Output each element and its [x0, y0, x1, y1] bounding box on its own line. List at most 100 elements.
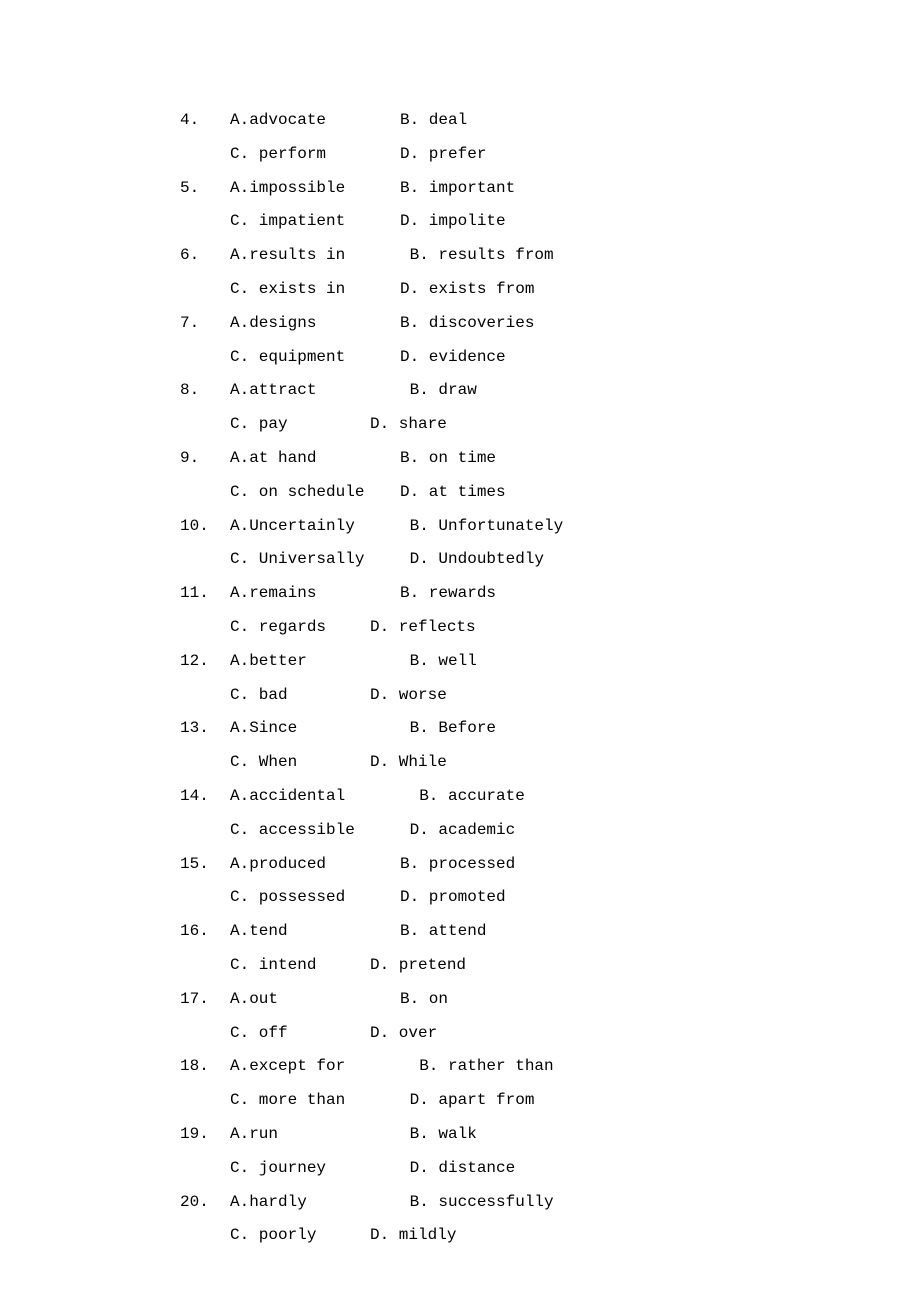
indent-spacer: [180, 414, 230, 435]
option-d: D. apart from: [400, 1090, 820, 1111]
indent-spacer: [180, 1158, 230, 1179]
option-b: B. Unfortunately: [400, 516, 820, 537]
option-a: A.Since: [230, 718, 400, 739]
question-row-ab: 12.A.better B. well: [180, 651, 820, 672]
option-c: C. bad: [230, 685, 370, 706]
indent-spacer: [180, 279, 230, 300]
option-c: C. off: [230, 1023, 370, 1044]
option-d: D. over: [370, 1023, 820, 1044]
option-d: D. share: [370, 414, 820, 435]
question-row-cd: C. performD. prefer: [180, 144, 820, 165]
option-d: D. distance: [400, 1158, 820, 1179]
indent-spacer: [180, 1090, 230, 1111]
indent-spacer: [180, 144, 230, 165]
option-c: C. regards: [230, 617, 370, 638]
question-number: 4.: [180, 110, 230, 131]
option-a: A.tend: [230, 921, 400, 942]
question-row-ab: 7.A.designsB. discoveries: [180, 313, 820, 334]
option-b: B. discoveries: [400, 313, 820, 334]
question-number: 12.: [180, 651, 230, 672]
question-row-cd: C. WhenD. While: [180, 752, 820, 773]
question-row-cd: C. regardsD. reflects: [180, 617, 820, 638]
option-c: C. intend: [230, 955, 370, 976]
option-d: D. exists from: [400, 279, 820, 300]
question-number: 8.: [180, 380, 230, 401]
indent-spacer: [180, 820, 230, 841]
option-b: B. deal: [400, 110, 820, 131]
option-d: D. impolite: [400, 211, 820, 232]
question-row-ab: 20.A.hardly B. successfully: [180, 1192, 820, 1213]
option-b: B. processed: [400, 854, 820, 875]
question-row-cd: C. offD. over: [180, 1023, 820, 1044]
question-row-ab: 13.A.Since B. Before: [180, 718, 820, 739]
option-d: D. Undoubtedly: [400, 549, 820, 570]
question-row-ab: 14.A.accidental B. accurate: [180, 786, 820, 807]
question-number: 20.: [180, 1192, 230, 1213]
option-c: C. impatient: [230, 211, 400, 232]
option-c: C. pay: [230, 414, 370, 435]
option-a: A.hardly: [230, 1192, 400, 1213]
option-c: C. more than: [230, 1090, 400, 1111]
option-c: C. equipment: [230, 347, 400, 368]
option-b: B. rewards: [400, 583, 820, 604]
indent-spacer: [180, 955, 230, 976]
option-c: C. perform: [230, 144, 400, 165]
option-a: A.except for: [230, 1056, 400, 1077]
option-b: B. walk: [400, 1124, 820, 1145]
option-c: C. exists in: [230, 279, 400, 300]
option-b: B. on time: [400, 448, 820, 469]
option-c: C. accessible: [230, 820, 400, 841]
option-d: D. evidence: [400, 347, 820, 368]
question-number: 15.: [180, 854, 230, 875]
indent-spacer: [180, 887, 230, 908]
option-b: B. well: [400, 651, 820, 672]
option-d: D. mildly: [370, 1225, 820, 1246]
option-a: A.Uncertainly: [230, 516, 400, 537]
question-row-cd: C. exists inD. exists from: [180, 279, 820, 300]
question-row-ab: 6.A.results in B. results from: [180, 245, 820, 266]
question-number: 9.: [180, 448, 230, 469]
indent-spacer: [180, 1225, 230, 1246]
question-number: 16.: [180, 921, 230, 942]
indent-spacer: [180, 752, 230, 773]
question-number: 13.: [180, 718, 230, 739]
question-row-cd: C. journey D. distance: [180, 1158, 820, 1179]
indent-spacer: [180, 617, 230, 638]
indent-spacer: [180, 549, 230, 570]
indent-spacer: [180, 1023, 230, 1044]
option-a: A.results in: [230, 245, 400, 266]
option-c: C. poorly: [230, 1225, 370, 1246]
option-d: D. While: [370, 752, 820, 773]
option-c: C. Universally: [230, 549, 400, 570]
option-a: A.out: [230, 989, 400, 1010]
question-row-cd: C. on scheduleD. at times: [180, 482, 820, 503]
question-row-ab: 9.A.at handB. on time: [180, 448, 820, 469]
option-c: C. on schedule: [230, 482, 400, 503]
question-row-ab: 4.A.advocateB. deal: [180, 110, 820, 131]
option-d: D. reflects: [370, 617, 820, 638]
question-number: 17.: [180, 989, 230, 1010]
question-number: 18.: [180, 1056, 230, 1077]
question-row-cd: C. more than D. apart from: [180, 1090, 820, 1111]
question-row-ab: 16.A.tendB. attend: [180, 921, 820, 942]
option-a: A.advocate: [230, 110, 400, 131]
question-row-ab: 11.A.remainsB. rewards: [180, 583, 820, 604]
question-number: 14.: [180, 786, 230, 807]
option-b: B. successfully: [400, 1192, 820, 1213]
option-b: B. Before: [400, 718, 820, 739]
option-d: D. promoted: [400, 887, 820, 908]
option-c: C. journey: [230, 1158, 400, 1179]
option-a: A.produced: [230, 854, 400, 875]
option-d: D. pretend: [370, 955, 820, 976]
option-c: C. When: [230, 752, 370, 773]
option-b: B. results from: [400, 245, 820, 266]
option-a: A.remains: [230, 583, 400, 604]
option-b: B. rather than: [400, 1056, 820, 1077]
question-row-ab: 8.A.attract B. draw: [180, 380, 820, 401]
indent-spacer: [180, 347, 230, 368]
option-b: B. draw: [400, 380, 820, 401]
option-a: A.impossible: [230, 178, 400, 199]
question-list: 4.A.advocateB. dealC. performD. prefer5.…: [0, 0, 920, 1246]
question-row-cd: C. possessedD. promoted: [180, 887, 820, 908]
question-row-cd: C. intendD. pretend: [180, 955, 820, 976]
